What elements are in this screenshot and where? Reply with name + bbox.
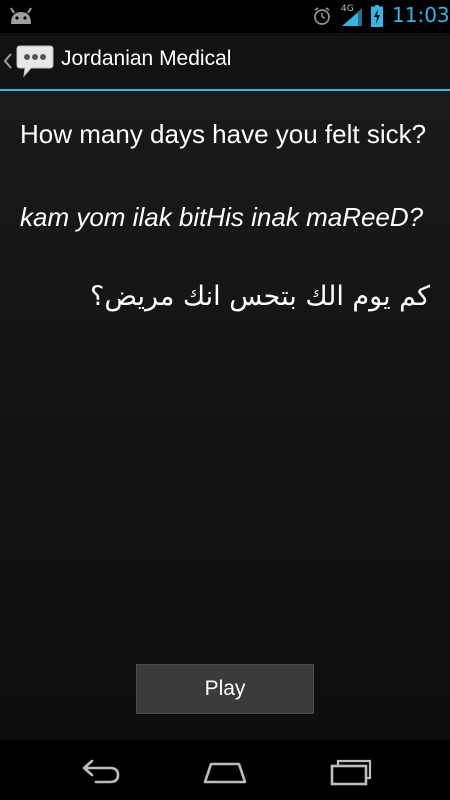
android-debug-icon	[10, 7, 32, 24]
battery-charging-icon	[371, 5, 383, 27]
transliteration-phrase: kam yom ilak bitHis inak maReeD?	[20, 202, 424, 232]
english-phrase: How many days have you felt sick?	[20, 119, 427, 149]
page-title: Jordanian Medical	[61, 47, 232, 70]
play-button[interactable]: Play	[136, 664, 314, 714]
alarm-icon	[314, 7, 330, 25]
recents-button[interactable]	[328, 752, 376, 788]
back-icon	[82, 759, 120, 784]
back-button[interactable]	[76, 752, 124, 788]
recents-icon	[330, 759, 372, 786]
arabic-phrase: كم يوم الك بتحس انك مريض؟	[90, 281, 430, 312]
status-bar: 4G 11:03	[0, 0, 450, 33]
screen: 4G 11:03 Jordanian Medical How many days…	[0, 0, 450, 800]
home-icon	[203, 762, 247, 784]
navigation-bar	[0, 740, 450, 800]
speech-bubble-app-icon	[16, 45, 54, 78]
up-caret-icon	[3, 53, 12, 69]
home-button[interactable]	[201, 752, 249, 788]
phrase-content: How many days have you felt sick? kam yo…	[0, 91, 450, 740]
status-clock: 11:03	[392, 3, 450, 27]
action-bar: Jordanian Medical	[0, 33, 450, 91]
signal-icon	[342, 8, 362, 26]
